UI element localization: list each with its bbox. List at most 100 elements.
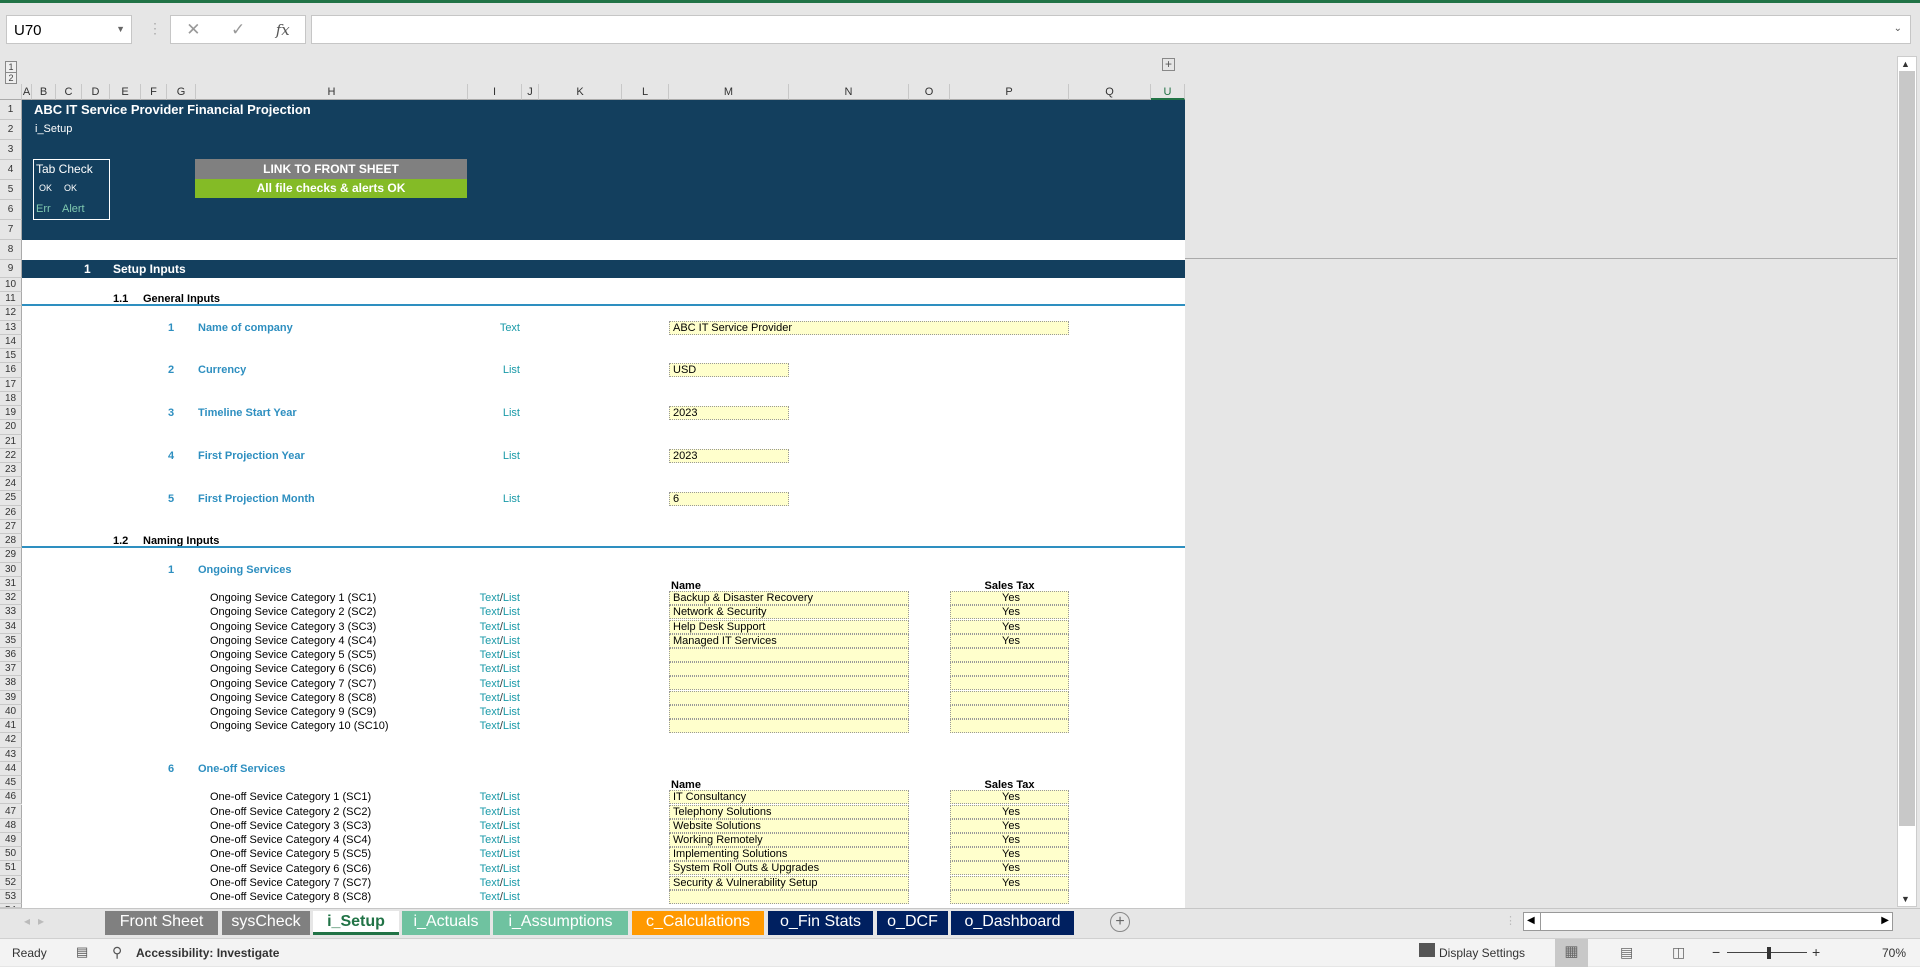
scrollbar-thumb-edge[interactable] [1540,913,1541,930]
row-header[interactable]: 37 [0,662,22,677]
service-name-field[interactable] [669,647,909,662]
row-header[interactable]: 4 [0,160,22,180]
row-header[interactable]: 32 [0,591,22,606]
input-field[interactable]: 2023 [669,448,789,463]
input-field[interactable]: 6 [669,491,789,506]
column-header-u[interactable]: U [1151,84,1185,100]
accessibility-icon[interactable]: ⚲ [112,944,122,961]
row-header[interactable]: 3 [0,140,22,160]
zoom-level[interactable]: 70% [1882,946,1906,960]
insert-function-icon[interactable]: fx [276,21,290,39]
row-header[interactable]: 53 [0,889,22,905]
row-header[interactable]: 23 [0,462,22,478]
outline-level-2-button[interactable]: 2 [5,72,17,84]
service-name-field[interactable] [669,690,909,705]
service-name-field[interactable]: Website Solutions [669,818,909,833]
sales-tax-field[interactable]: Yes [950,790,1069,805]
row-header[interactable]: 38 [0,676,22,691]
service-name-field[interactable] [669,704,909,719]
scroll-tabs-right-icon[interactable]: ▸ [38,914,44,928]
row-header[interactable]: 24 [0,477,22,492]
name-box[interactable]: U70 ▼ [6,15,132,44]
row-header[interactable]: 10 [0,278,22,293]
zoom-slider-thumb[interactable] [1767,947,1771,959]
zoom-in-button[interactable]: + [1812,944,1820,960]
column-header-m[interactable]: M [669,84,789,100]
column-header-q[interactable]: Q [1069,84,1151,100]
service-name-field[interactable]: Backup & Disaster Recovery [669,591,909,606]
column-header-n[interactable]: N [789,84,909,100]
tab-o-dcf[interactable]: o_DCF [877,911,948,935]
column-header-o[interactable]: O [909,84,950,100]
tab-syscheck[interactable]: sysCheck [222,911,310,935]
column-header-a[interactable]: A [22,84,32,100]
row-header[interactable]: 36 [0,647,22,663]
select-all-button[interactable] [0,84,22,100]
row-header[interactable]: 43 [0,747,22,762]
row-header[interactable]: 42 [0,733,22,748]
sales-tax-field[interactable] [950,719,1069,734]
tab-i-setup[interactable]: i_Setup [313,911,399,935]
service-name-field[interactable] [669,889,909,904]
row-header[interactable]: 39 [0,690,22,705]
row-header[interactable]: 44 [0,761,22,777]
service-name-field[interactable]: Telephony Solutions [669,804,909,819]
tab-split-handle[interactable]: ⋮ [1505,914,1516,927]
column-header-p[interactable]: P [950,84,1069,100]
display-settings-icon[interactable] [1419,943,1435,957]
row-header[interactable]: 52 [0,875,22,890]
row-header[interactable]: 13 [0,320,22,335]
sales-tax-field[interactable] [950,676,1069,691]
row-header[interactable]: 2 [0,120,22,140]
normal-view-icon[interactable]: ▦ [1555,939,1588,967]
service-name-field[interactable]: Working Remotely [669,832,909,847]
row-header[interactable]: 16 [0,363,22,378]
row-header[interactable]: 5 [0,180,22,200]
column-header-i[interactable]: I [468,84,522,100]
row-header[interactable]: 29 [0,548,22,563]
row-header[interactable]: 1 [0,100,22,120]
cancel-icon[interactable]: ✕ [186,20,200,40]
row-header[interactable]: 7 [0,220,22,240]
row-header[interactable]: 41 [0,719,22,734]
row-header[interactable]: 8 [0,240,22,260]
formula-input[interactable]: ⌄ [311,15,1911,44]
sales-tax-field[interactable]: Yes [950,861,1069,876]
row-header[interactable]: 31 [0,576,22,592]
row-header[interactable]: 14 [0,334,22,350]
row-header[interactable]: 48 [0,818,22,833]
sales-tax-field[interactable] [950,662,1069,677]
sales-tax-field[interactable]: Yes [950,633,1069,648]
column-header-l[interactable]: L [622,84,669,100]
input-field[interactable]: ABC IT Service Provider [669,320,1069,335]
column-header-f[interactable]: F [141,84,167,100]
expand-group-icon[interactable]: + [1162,58,1175,71]
scroll-tabs-left-icon[interactable]: ◂ [24,914,30,928]
add-sheet-button[interactable]: + [1110,912,1130,932]
row-header[interactable]: 21 [0,434,22,449]
row-header[interactable]: 28 [0,534,22,549]
tab-front-sheet[interactable]: Front Sheet [105,911,218,935]
sales-tax-field[interactable]: Yes [950,804,1069,819]
display-settings-button[interactable]: Display Settings [1439,946,1525,960]
row-header[interactable]: 35 [0,633,22,648]
service-name-field[interactable]: Managed IT Services [669,633,909,648]
tab-o-fin-stats[interactable]: o_Fin Stats [768,911,873,935]
horizontal-scrollbar[interactable]: ◀ ▶ [1523,912,1893,931]
column-header-b[interactable]: B [32,84,56,100]
sales-tax-field[interactable] [950,704,1069,719]
service-name-field[interactable] [669,662,909,677]
service-name-field[interactable]: Security & Vulnerability Setup [669,875,909,890]
row-header[interactable]: 47 [0,804,22,819]
scroll-up-icon[interactable]: ▲ [1901,59,1910,69]
vertical-scrollbar[interactable]: ▲ ▼ [1897,56,1917,907]
zoom-out-button[interactable]: − [1712,944,1720,960]
row-header[interactable]: 34 [0,619,22,634]
column-header-g[interactable]: G [167,84,196,100]
scroll-left-icon[interactable]: ◀ [1527,915,1535,926]
service-name-field[interactable]: IT Consultancy [669,790,909,805]
row-header[interactable]: 27 [0,519,22,535]
row-header[interactable]: 11 [0,292,22,307]
input-field[interactable]: 2023 [669,406,789,421]
row-header[interactable]: 18 [0,391,22,407]
